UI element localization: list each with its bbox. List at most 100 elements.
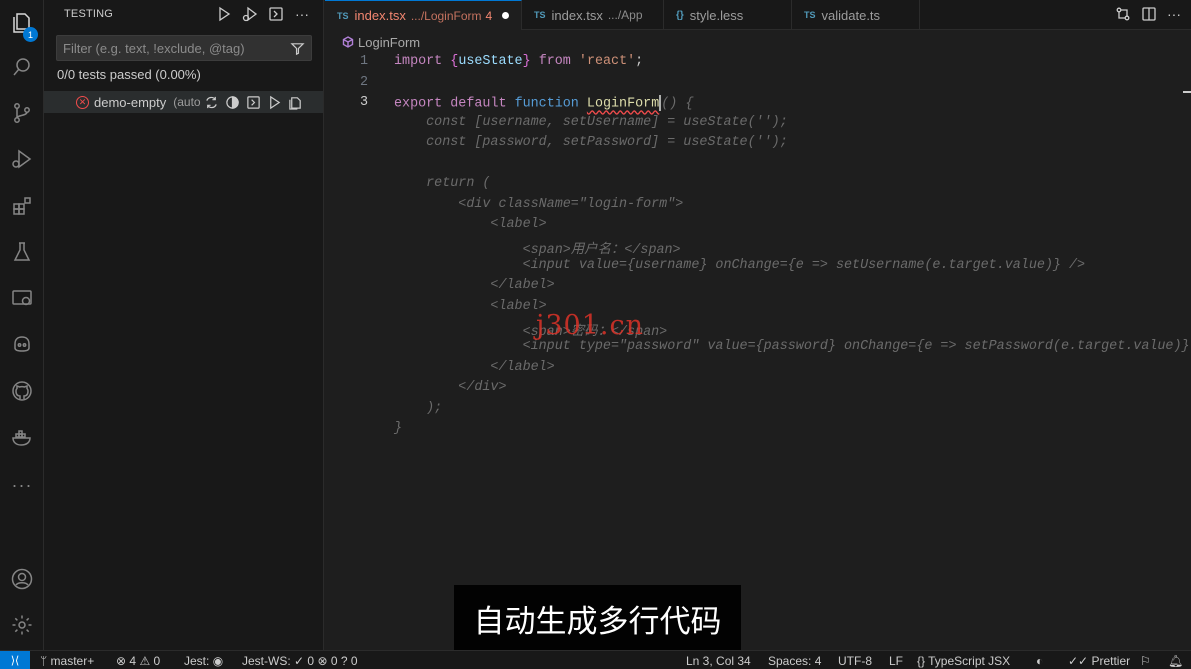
- breadcrumb[interactable]: LoginForm: [342, 34, 420, 50]
- ghost-code-line: </label>: [394, 359, 555, 375]
- end-of-line[interactable]: LF: [889, 654, 903, 668]
- unknown-icon: ?: [340, 654, 348, 668]
- ghost-code-line: <div className="login-form">: [394, 196, 684, 212]
- eye-icon: ◉: [212, 654, 224, 668]
- problems-status[interactable]: ⊗ 4 ⚠ 0: [116, 654, 160, 668]
- sync-icon[interactable]: [204, 95, 219, 110]
- editor-actions: ···: [1115, 6, 1181, 22]
- jest-ws-status[interactable]: Jest-WS: ✓ 0 ⊗ 0 ? 0: [242, 654, 358, 668]
- status-bar: ⟩⟨ ᛘ master+ ⊗ 4 ⚠ 0 Jest: ◉ Jest-WS: ✓ …: [0, 650, 1191, 669]
- braces-icon: {}: [917, 654, 926, 668]
- copilot-status-icon[interactable]: ◐: [1036, 654, 1043, 668]
- test-item[interactable]: ✕ demo-empty (auto: [44, 91, 323, 113]
- filter-icon[interactable]: [290, 41, 305, 56]
- unsaved-dot-icon[interactable]: [502, 12, 510, 19]
- cursor-position[interactable]: Ln 3, Col 34: [686, 654, 751, 668]
- error-circle-icon: ✕: [76, 95, 89, 109]
- symbol-method-icon: [342, 36, 354, 48]
- test-filter: [56, 35, 312, 61]
- show-output-icon[interactable]: [246, 95, 261, 110]
- copilot-icon[interactable]: [0, 321, 44, 367]
- test-item-actions: [204, 95, 303, 110]
- typescript-file-icon: TS: [804, 10, 816, 20]
- run-all-tests-icon[interactable]: [215, 5, 233, 23]
- extensions-icon[interactable]: [0, 183, 44, 229]
- typescript-file-icon: TS: [534, 10, 546, 20]
- ghost-code-line: <input value={username} onChange={e => s…: [394, 257, 1086, 273]
- inline-suggestion: () {: [661, 96, 694, 112]
- jest-status[interactable]: Jest: ◉: [184, 654, 223, 668]
- files-icon[interactable]: 1: [0, 0, 44, 46]
- testing-sidebar: TESTING ··· 0/0 tests passed (0.00%) ✕ d…: [44, 0, 324, 650]
- go-to-test-icon[interactable]: [288, 95, 303, 110]
- ghost-code-line: return (: [394, 176, 491, 192]
- settings-gear-icon[interactable]: [0, 602, 44, 648]
- ghost-code-line: );: [394, 400, 443, 416]
- testing-icon[interactable]: [0, 229, 44, 275]
- fail-icon: ⊗: [317, 654, 328, 668]
- split-editor-icon[interactable]: [1141, 6, 1157, 22]
- account-icon[interactable]: [0, 556, 44, 602]
- indentation[interactable]: Spaces: 4: [768, 654, 821, 668]
- typescript-file-icon: TS: [337, 10, 349, 21]
- ghost-code-line: <span>用户名：</span>: [394, 243, 681, 259]
- less-file-icon: {}: [676, 9, 684, 21]
- overview-ruler-mark: [1183, 91, 1191, 93]
- test-item-name: demo-empty: [94, 94, 167, 110]
- code-editor[interactable]: 1 2 3 import {useState} from 'react'; ex…: [325, 52, 1191, 650]
- editor-tabs: TS index.tsx .../LoginForm 4 TS index.ts…: [325, 0, 1191, 30]
- code-line-3: export default function LoginForm() {: [394, 95, 694, 112]
- tab-problem-count: 4: [485, 8, 493, 23]
- pass-icon: ✓: [294, 654, 305, 668]
- open-changes-icon[interactable]: [1115, 6, 1131, 22]
- test-filter-input[interactable]: [63, 40, 290, 56]
- source-control-icon[interactable]: [0, 90, 44, 136]
- error-icon: ⊗: [116, 654, 127, 668]
- remote-explorer-icon[interactable]: [0, 275, 44, 321]
- coverage-icon[interactable]: [225, 95, 240, 110]
- docker-icon[interactable]: [0, 414, 44, 460]
- tab-index-tsx-app[interactable]: TS index.tsx .../App: [522, 0, 664, 30]
- run-test-icon[interactable]: [267, 95, 282, 110]
- feedback-icon[interactable]: ⚐: [1140, 654, 1151, 668]
- sidebar-actions: ···: [215, 5, 311, 23]
- run-debug-icon[interactable]: [0, 136, 44, 182]
- more-icon[interactable]: ···: [0, 462, 44, 508]
- ghost-code-line: <label>: [394, 217, 547, 232]
- ghost-code-line: </div>: [394, 380, 507, 396]
- code-line-1: import {useState} from 'react';: [394, 54, 644, 69]
- tab-label: style.less: [689, 7, 744, 23]
- tab-path: .../LoginForm: [410, 8, 482, 23]
- more-actions-icon[interactable]: ···: [293, 5, 311, 23]
- ghost-code-line: }: [394, 421, 403, 436]
- prettier-status[interactable]: ✓✓ Prettier: [1068, 654, 1130, 668]
- watermark: j301.cn: [536, 310, 644, 341]
- tab-index-tsx-loginform[interactable]: TS index.tsx .../LoginForm 4: [325, 0, 522, 30]
- video-subtitle: 自动生成多行代码: [454, 585, 741, 651]
- ghost-code-line: <input type="password" value={password} …: [394, 339, 1191, 355]
- ghost-code-line: </label>: [394, 278, 555, 294]
- tab-label: index.tsx: [354, 8, 406, 23]
- tab-style-less[interactable]: {} style.less: [664, 0, 792, 30]
- editor-more-icon[interactable]: ···: [1167, 6, 1181, 22]
- show-output-icon[interactable]: [267, 5, 285, 23]
- tab-label: index.tsx: [551, 7, 603, 23]
- branch-icon: ᛘ: [40, 654, 48, 668]
- language-mode[interactable]: {} TypeScript JSX: [917, 654, 1010, 668]
- branch-status[interactable]: ᛘ master+: [40, 654, 94, 668]
- remote-indicator-icon[interactable]: ⟩⟨: [0, 650, 30, 669]
- github-icon[interactable]: [0, 368, 44, 414]
- warning-icon: ⚠: [139, 654, 151, 668]
- search-icon[interactable]: [0, 44, 44, 90]
- explorer-badge: 1: [23, 27, 38, 42]
- function-name: LoginForm: [586, 96, 660, 112]
- notifications-bell-icon[interactable]: 🔔︎: [1168, 654, 1183, 668]
- tab-label: validate.ts: [821, 7, 881, 23]
- tab-path: .../App: [607, 8, 643, 22]
- line-number: 1: [359, 54, 368, 69]
- tab-validate-ts[interactable]: TS validate.ts: [792, 0, 920, 30]
- ghost-code-line: const [username, setUsername] = useState…: [394, 115, 788, 130]
- encoding[interactable]: UTF-8: [838, 654, 872, 668]
- line-number: 2: [359, 75, 368, 90]
- debug-all-tests-icon[interactable]: [241, 5, 259, 23]
